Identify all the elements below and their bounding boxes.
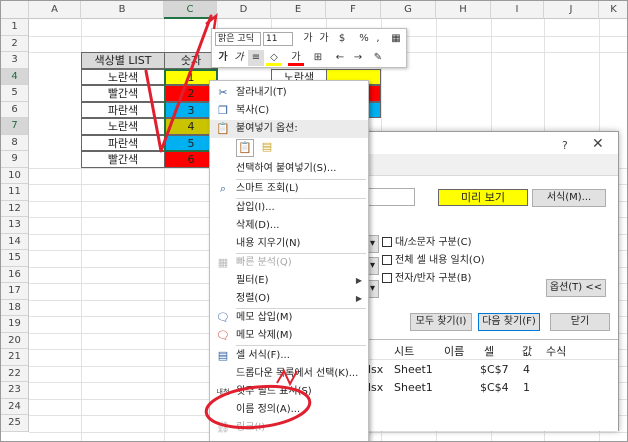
- circle-annotation: [204, 384, 312, 430]
- checkmark-annotation: [144, 14, 213, 153]
- annotation-overlay: [144, 13, 312, 430]
- marker-annotation: [276, 368, 298, 387]
- excel-window: A B C D E F G H I J K 1 2 3 4 5 6 7 8 9 …: [0, 0, 628, 442]
